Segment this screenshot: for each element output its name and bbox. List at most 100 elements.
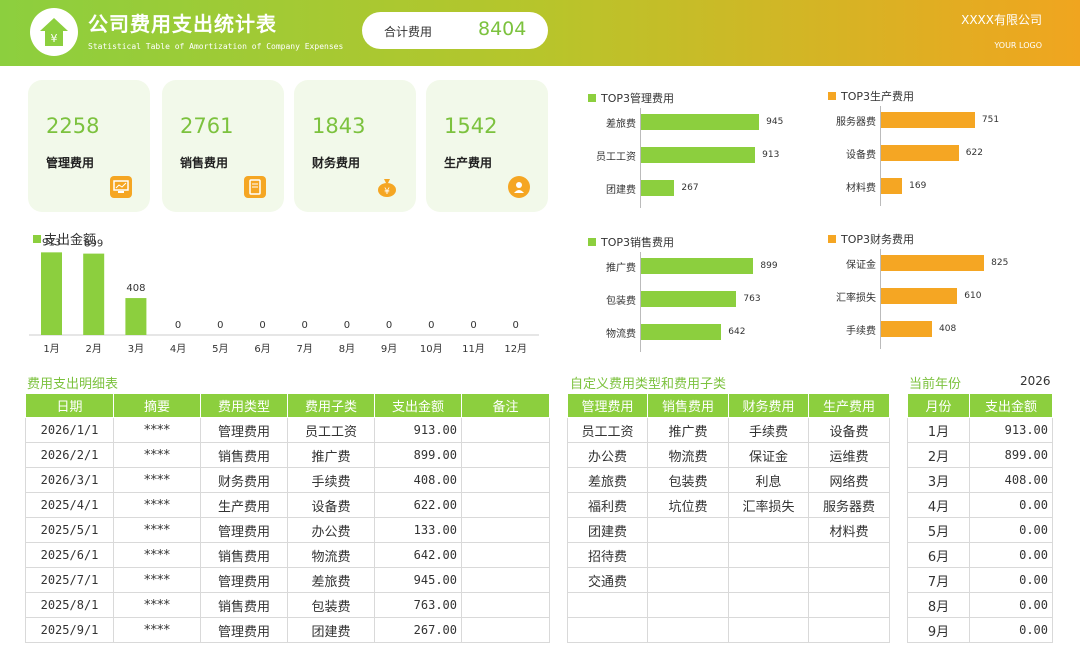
table-cell[interactable]: ****	[113, 567, 201, 593]
table-cell[interactable]	[461, 492, 550, 518]
table-cell[interactable]	[808, 542, 890, 568]
table-cell[interactable]: 2026/1/1	[25, 417, 114, 443]
table-cell[interactable]: 推广费	[287, 442, 375, 468]
table-cell[interactable]	[461, 467, 550, 493]
table-cell[interactable]: 财务费用	[200, 467, 288, 493]
column-header[interactable]: 费用类型	[200, 393, 288, 418]
column-header[interactable]: 日期	[25, 393, 114, 418]
table-cell[interactable]	[728, 617, 809, 643]
table-cell[interactable]	[647, 617, 729, 643]
table-cell[interactable]	[461, 442, 550, 468]
table-cell[interactable]: 913.00	[969, 417, 1053, 443]
table-cell[interactable]: 642.00	[374, 542, 462, 568]
table-cell[interactable]	[647, 517, 729, 543]
table-cell[interactable]: ****	[113, 517, 201, 543]
table-cell[interactable]: 2025/8/1	[25, 592, 114, 618]
table-cell[interactable]: 手续费	[287, 467, 375, 493]
table-cell[interactable]: 网络费	[808, 467, 890, 493]
table-cell[interactable]: 0.00	[969, 617, 1053, 643]
table-cell[interactable]: ****	[113, 442, 201, 468]
table-cell[interactable]: 0.00	[969, 517, 1053, 543]
table-cell[interactable]: 408.00	[374, 467, 462, 493]
table-cell[interactable]: 保证金	[728, 442, 809, 468]
table-cell[interactable]: 4月	[907, 492, 970, 518]
table-cell[interactable]: 物流费	[647, 442, 729, 468]
table-cell[interactable]	[461, 417, 550, 443]
column-header[interactable]: 生产费用	[808, 393, 890, 418]
table-cell[interactable]: 设备费	[287, 492, 375, 518]
table-cell[interactable]	[728, 592, 809, 618]
column-header[interactable]: 支出金额	[374, 393, 462, 418]
table-cell[interactable]: 物流费	[287, 542, 375, 568]
table-cell[interactable]: 133.00	[374, 517, 462, 543]
column-header[interactable]: 月份	[907, 393, 970, 418]
table-cell[interactable]: 913.00	[374, 417, 462, 443]
table-cell[interactable]: 0.00	[969, 492, 1053, 518]
table-cell[interactable]: 办公费	[287, 517, 375, 543]
table-cell[interactable]	[461, 517, 550, 543]
table-cell[interactable]: 利息	[728, 467, 809, 493]
table-cell[interactable]	[461, 567, 550, 593]
table-cell[interactable]: 2025/6/1	[25, 542, 114, 568]
table-cell[interactable]: 坑位费	[647, 492, 729, 518]
table-cell[interactable]: ****	[113, 417, 201, 443]
table-cell[interactable]	[728, 567, 809, 593]
table-cell[interactable]: 销售费用	[200, 542, 288, 568]
table-cell[interactable]: 包装费	[647, 467, 729, 493]
table-cell[interactable]: 销售费用	[200, 592, 288, 618]
table-cell[interactable]: 差旅费	[287, 567, 375, 593]
table-cell[interactable]: 2025/7/1	[25, 567, 114, 593]
table-cell[interactable]	[808, 592, 890, 618]
table-cell[interactable]	[461, 592, 550, 618]
table-cell[interactable]: 2025/9/1	[25, 617, 114, 643]
table-cell[interactable]: 销售费用	[200, 442, 288, 468]
table-cell[interactable]: 包装费	[287, 592, 375, 618]
table-cell[interactable]: ****	[113, 617, 201, 643]
table-cell[interactable]: 0.00	[969, 567, 1053, 593]
table-cell[interactable]: 福利费	[567, 492, 648, 518]
table-cell[interactable]: 交通费	[567, 567, 648, 593]
table-cell[interactable]: 408.00	[969, 467, 1053, 493]
table-cell[interactable]	[647, 542, 729, 568]
column-header[interactable]: 支出金额	[969, 393, 1053, 418]
table-cell[interactable]: 差旅费	[567, 467, 648, 493]
table-cell[interactable]: 团建费	[567, 517, 648, 543]
table-cell[interactable]: 服务器费	[808, 492, 890, 518]
table-cell[interactable]: 9月	[907, 617, 970, 643]
table-cell[interactable]: 2026/3/1	[25, 467, 114, 493]
table-cell[interactable]: ****	[113, 592, 201, 618]
table-cell[interactable]	[647, 592, 729, 618]
column-header[interactable]: 财务费用	[728, 393, 809, 418]
table-cell[interactable]: 5月	[907, 517, 970, 543]
table-cell[interactable]: 汇率损失	[728, 492, 809, 518]
column-header[interactable]: 备注	[461, 393, 550, 418]
table-cell[interactable]: 管理费用	[200, 567, 288, 593]
table-cell[interactable]: 设备费	[808, 417, 890, 443]
table-cell[interactable]: 2月	[907, 442, 970, 468]
table-cell[interactable]: ****	[113, 492, 201, 518]
table-cell[interactable]: 899.00	[969, 442, 1053, 468]
table-cell[interactable]: 材料费	[808, 517, 890, 543]
table-cell[interactable]: 1月	[907, 417, 970, 443]
table-cell[interactable]: 办公费	[567, 442, 648, 468]
table-cell[interactable]: 899.00	[374, 442, 462, 468]
table-cell[interactable]	[567, 617, 648, 643]
table-cell[interactable]: 3月	[907, 467, 970, 493]
table-cell[interactable]: 管理费用	[200, 617, 288, 643]
column-header[interactable]: 费用子类	[287, 393, 375, 418]
table-cell[interactable]: ****	[113, 542, 201, 568]
table-cell[interactable]	[808, 567, 890, 593]
table-cell[interactable]: 2025/5/1	[25, 517, 114, 543]
table-cell[interactable]: 0.00	[969, 592, 1053, 618]
table-cell[interactable]	[461, 542, 550, 568]
table-cell[interactable]: 7月	[907, 567, 970, 593]
table-cell[interactable]: 手续费	[728, 417, 809, 443]
table-cell[interactable]	[567, 592, 648, 618]
table-cell[interactable]: 团建费	[287, 617, 375, 643]
table-cell[interactable]: 2025/4/1	[25, 492, 114, 518]
table-cell[interactable]: 管理费用	[200, 517, 288, 543]
table-cell[interactable]: 员工工资	[567, 417, 648, 443]
table-cell[interactable]: 招待费	[567, 542, 648, 568]
table-cell[interactable]: 运维费	[808, 442, 890, 468]
table-cell[interactable]	[728, 542, 809, 568]
